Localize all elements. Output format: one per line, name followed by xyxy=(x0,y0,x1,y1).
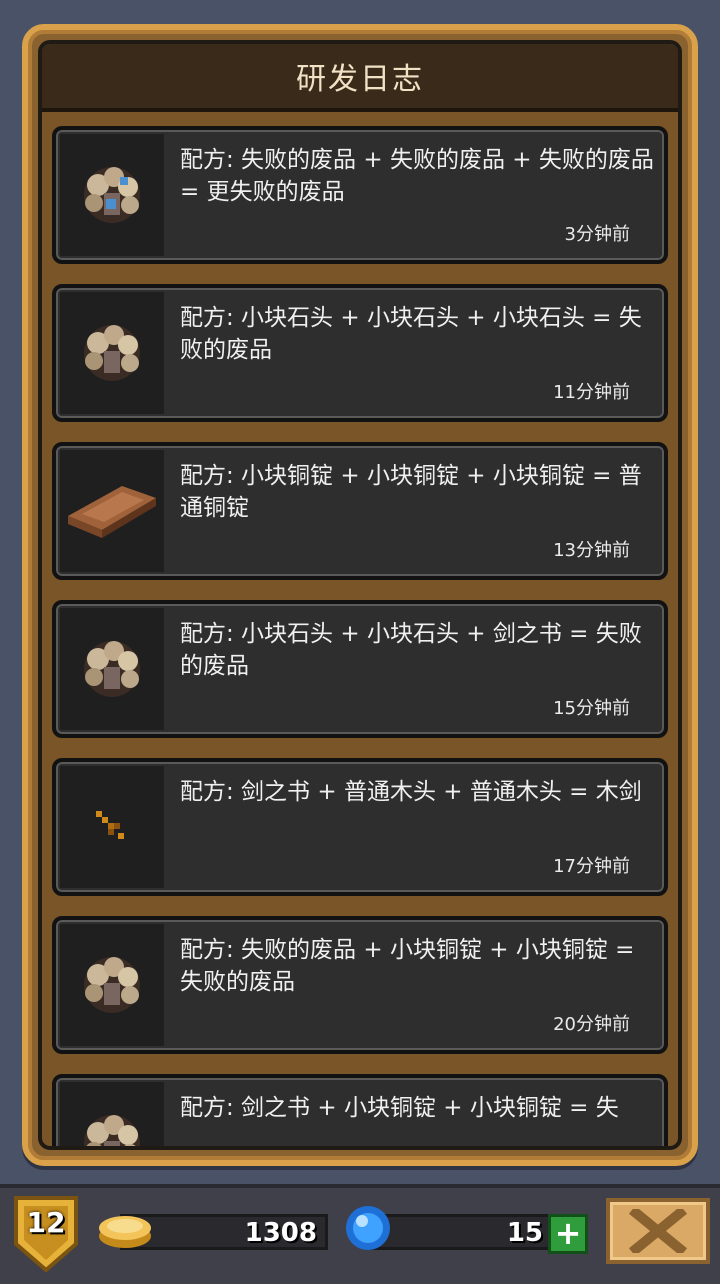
wooden-sword-icon xyxy=(96,811,124,839)
entry-thumbnail xyxy=(60,450,164,572)
player-level: 12 xyxy=(26,1206,66,1239)
copper-ingot-icon xyxy=(68,486,156,538)
close-x-icon xyxy=(628,1209,688,1253)
panel-title: 研发日志 xyxy=(296,62,424,97)
entry-recipe-text: 配方: 失败的废品 + 小块铜锭 + 小块铜锭 = 失败的废品 xyxy=(180,937,635,995)
entry-thumbnail xyxy=(60,924,164,1046)
research-log-panel: 研发日志 配方: 失败的废品 + 失败的废品 + 失败的废品 = 更失败的废品 3… xyxy=(22,24,698,1166)
add-gems-button[interactable]: + xyxy=(548,1214,588,1254)
entry-timestamp: 15分钟前 xyxy=(553,698,630,719)
junk-rock-blue-icon xyxy=(84,167,140,223)
entry-recipe-text: 配方: 小块铜锭 + 小块铜锭 + 小块铜锭 = 普通铜锭 xyxy=(180,463,642,521)
junk-rock-icon xyxy=(84,641,140,697)
junk-rock-icon xyxy=(84,325,140,381)
recipe-log-entry[interactable]: 配方: 失败的废品 + 小块铜锭 + 小块铜锭 = 失败的废品 20分钟前 xyxy=(52,916,668,1054)
junk-rock-icon xyxy=(84,957,140,1013)
entry-timestamp: 20分钟前 xyxy=(553,1014,630,1035)
entry-recipe-text: 配方: 剑之书 + 普通木头 + 普通木头 = 木剑 xyxy=(180,779,642,805)
bottom-status-bar: 12 1308 15 + xyxy=(0,1184,720,1284)
entry-timestamp: 11分钟前 xyxy=(553,382,630,403)
blue-gem-icon xyxy=(346,1206,390,1250)
entry-recipe-text: 配方: 小块石头 + 小块石头 + 小块石头 = 失败的废品 xyxy=(180,305,642,363)
panel-inner: 研发日志 配方: 失败的废品 + 失败的废品 + 失败的废品 = 更失败的废品 3… xyxy=(38,40,682,1150)
entry-thumbnail xyxy=(60,134,164,256)
entry-thumbnail xyxy=(60,292,164,414)
gold-coins-icon xyxy=(99,1216,151,1248)
entry-thumbnail xyxy=(60,1082,164,1146)
entry-recipe-text: 配方: 剑之书 + 小块铜锭 + 小块铜锭 = 失 xyxy=(180,1095,619,1121)
recipe-log-entry[interactable]: 配方: 剑之书 + 普通木头 + 普通木头 = 木剑 17分钟前 xyxy=(52,758,668,896)
gold-value: 1308 xyxy=(244,1218,317,1248)
recipe-log-entry[interactable]: 配方: 小块石头 + 小块石头 + 小块石头 = 失败的废品 11分钟前 xyxy=(52,284,668,422)
entry-timestamp: 17分钟前 xyxy=(553,856,630,877)
recipe-log-entry[interactable]: 配方: 小块石头 + 小块石头 + 剑之书 = 失败的废品 15分钟前 xyxy=(52,600,668,738)
close-button[interactable] xyxy=(606,1198,710,1264)
junk-rock-icon xyxy=(84,1115,140,1146)
gem-value: 15 xyxy=(506,1218,543,1248)
recipe-log-entry[interactable]: 配方: 小块铜锭 + 小块铜锭 + 小块铜锭 = 普通铜锭 13分钟前 xyxy=(52,442,668,580)
entry-timestamp: 3分钟前 xyxy=(564,224,630,245)
entry-thumbnail xyxy=(60,608,164,730)
entry-recipe-text: 配方: 失败的废品 + 失败的废品 + 失败的废品 = 更失败的废品 xyxy=(180,147,654,205)
recipe-log-entry[interactable]: 配方: 剑之书 + 小块铜锭 + 小块铜锭 = 失 xyxy=(52,1074,668,1146)
entry-timestamp: 13分钟前 xyxy=(553,540,630,561)
panel-header: 研发日志 xyxy=(42,44,678,112)
entry-thumbnail xyxy=(60,766,164,888)
entry-recipe-text: 配方: 小块石头 + 小块石头 + 剑之书 = 失败的废品 xyxy=(180,621,642,679)
recipe-log-list[interactable]: 配方: 失败的废品 + 失败的废品 + 失败的废品 = 更失败的废品 3分钟前 配方… xyxy=(52,126,668,1146)
gem-counter: 15 xyxy=(370,1214,554,1250)
recipe-log-entry[interactable]: 配方: 失败的废品 + 失败的废品 + 失败的废品 = 更失败的废品 3分钟前 xyxy=(52,126,668,264)
